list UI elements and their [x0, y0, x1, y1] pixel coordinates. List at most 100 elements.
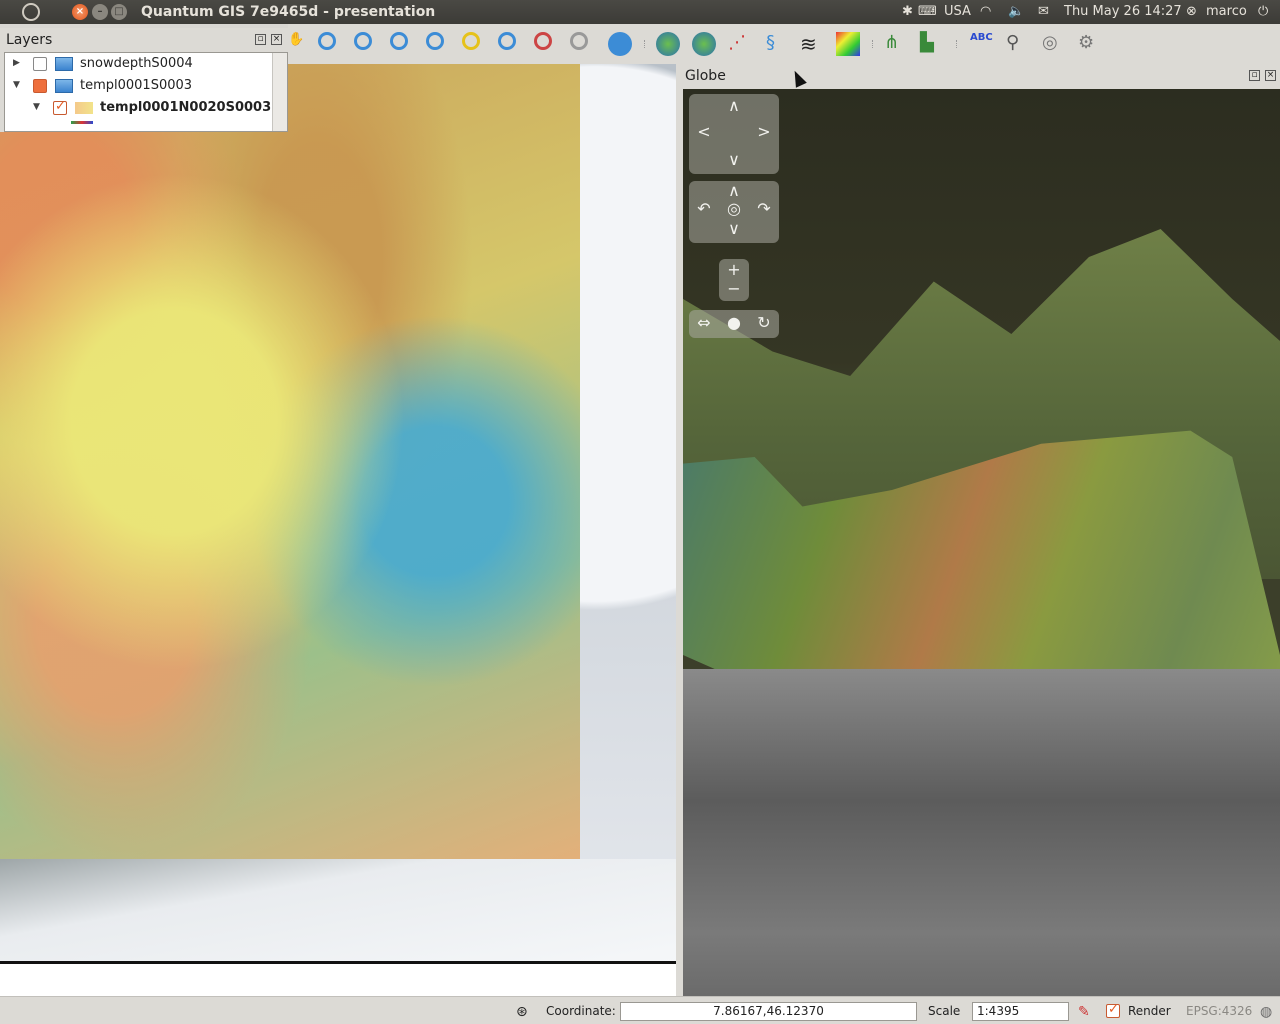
render-label: Render: [1128, 1004, 1171, 1018]
pan-icon[interactable]: ✋: [288, 32, 312, 56]
layer-group-icon: [55, 57, 73, 71]
window-close-button[interactable]: ×: [72, 4, 88, 20]
mail-icon[interactable]: ✉: [1038, 4, 1049, 19]
layer-label: templ0001N0020S0003: [100, 100, 272, 115]
label-icon[interactable]: ABC: [970, 32, 994, 56]
layer-item-temp-raster[interactable]: ▼ templ0001N0020S0003: [5, 97, 272, 119]
chart-icon[interactable]: ⋔: [884, 32, 908, 56]
rotate-left-icon[interactable]: ↶: [694, 201, 714, 221]
zoom-selection-icon[interactable]: [462, 32, 480, 50]
layer-label: snowdepthS0004: [80, 56, 193, 71]
snow-basemap: [0, 859, 676, 964]
rotate-right-icon[interactable]: ↷: [754, 201, 774, 221]
layer-group-icon: [55, 79, 73, 93]
layer-tree[interactable]: ▶ snowdepthS0004 ▼ templ0001S0003 ▼ temp…: [4, 52, 288, 132]
pan-down-icon[interactable]: ∨: [724, 152, 744, 172]
top-panel: × – □ Quantum GIS 7e9465d - presentation…: [0, 0, 1280, 24]
float-panel-button[interactable]: ▫: [1249, 70, 1260, 81]
layer-item-temp-group[interactable]: ▼ templ0001S0003: [5, 75, 269, 97]
temperature-raster-overlay: [0, 64, 580, 859]
zoom-out-icon[interactable]: [354, 32, 372, 50]
histogram-icon[interactable]: ▙: [920, 32, 944, 56]
bluetooth-icon[interactable]: ✱: [902, 4, 913, 19]
keyboard-layout[interactable]: USA: [944, 4, 971, 19]
rotate-navigation-control: ∧ ↶ ◎ ↷ ∨: [689, 181, 779, 243]
layer-item-snowdepth[interactable]: ▶ snowdepthS0004: [5, 53, 269, 75]
zoom-navigation-control: + −: [719, 259, 749, 301]
crs-status[interactable]: EPSG:4326: [1186, 1004, 1252, 1018]
render-checkbox[interactable]: [1106, 1002, 1120, 1018]
globe-3d-view[interactable]: ∧ < > ∨ ∧ ↶ ◎ ↷ ∨ + − ⇔ ● ↻: [683, 89, 1280, 996]
toolbar-separator: [644, 40, 647, 48]
coordinate-field[interactable]: 7.86167,46.12370: [620, 1002, 917, 1021]
graph-icon[interactable]: ⋰: [728, 32, 752, 56]
scale-field[interactable]: 1:4395: [972, 1002, 1069, 1021]
zoom-full-icon[interactable]: [390, 32, 408, 50]
tools-icon[interactable]: ⚙: [1078, 32, 1102, 56]
extra-navigation-control: ⇔ ● ↻: [689, 310, 779, 338]
expand-icon[interactable]: ▶: [13, 58, 20, 68]
pan-up-icon[interactable]: ∧: [724, 98, 744, 118]
layer-visibility-checkbox[interactable]: [33, 57, 47, 71]
stop-render-icon[interactable]: ✎: [1078, 1004, 1090, 1020]
zoom-layer-icon[interactable]: [426, 32, 444, 50]
window-minimize-button[interactable]: –: [92, 4, 108, 20]
user-name[interactable]: marco: [1206, 4, 1247, 19]
raster-layer-icon: [75, 102, 93, 114]
globe-icon[interactable]: [656, 32, 680, 56]
map-blank-area: [0, 964, 676, 996]
volume-icon[interactable]: 🔈: [1008, 4, 1024, 19]
zoom-next-icon[interactable]: [534, 32, 552, 50]
coordinate-capture-icon[interactable]: ⊛: [516, 1004, 528, 1020]
clock[interactable]: Thu May 26 14:27: [1064, 4, 1182, 19]
collapse-icon[interactable]: ▼: [33, 102, 40, 112]
window-title: Quantum GIS 7e9465d - presentation: [141, 4, 436, 20]
toolbar-separator: [956, 40, 959, 48]
status-bar: ⊛ Coordinate: 7.86167,46.12370 Scale 1:4…: [0, 996, 1280, 1024]
globe-home-icon[interactable]: ●: [724, 315, 744, 335]
toolbar-separator: [872, 40, 875, 48]
dna-icon[interactable]: §: [766, 32, 790, 56]
coordinate-label: Coordinate:: [546, 1004, 616, 1018]
pan-right-icon[interactable]: >: [754, 124, 774, 144]
zoom-last-icon[interactable]: [498, 32, 516, 50]
pan-left-icon[interactable]: <: [694, 124, 714, 144]
layer-tree-scrollbar[interactable]: [272, 53, 287, 131]
pin-icon[interactable]: ⚲: [1006, 32, 1030, 56]
collapse-icon[interactable]: ▼: [13, 80, 20, 90]
color-picker-icon[interactable]: [836, 32, 860, 56]
layer-label: templ0001S0003: [80, 78, 193, 93]
map-canvas[interactable]: [0, 64, 676, 964]
terrain-foreground: [683, 669, 1280, 996]
layers-panel: Layers ▫ × ▶ snowdepthS0004 ▼ templ0001S…: [0, 28, 288, 132]
globe-panel: Globe ▫ × ∧ < > ∨ ∧ ↶ ◎ ↷ ∨ + − ⇔ ● ↻: [682, 64, 1280, 996]
power-icon[interactable]: ⏻: [1258, 4, 1268, 19]
tilt-down-icon[interactable]: ∨: [724, 221, 744, 241]
close-panel-button[interactable]: ×: [1265, 70, 1276, 81]
sync-extent-icon[interactable]: ⇔: [694, 315, 714, 335]
wifi-icon[interactable]: ◠: [980, 4, 991, 19]
zoom-in-icon[interactable]: [318, 32, 336, 50]
pan-navigation-control: ∧ < > ∨: [689, 94, 779, 174]
ring-icon[interactable]: ◎: [1042, 32, 1066, 56]
close-panel-button[interactable]: ×: [271, 34, 282, 45]
globe-alt-icon[interactable]: [692, 32, 716, 56]
layer-visibility-checkbox[interactable]: [53, 99, 67, 115]
globe-panel-title: Globe: [685, 68, 726, 84]
zoom-native-icon[interactable]: [570, 32, 588, 50]
window-maximize-button[interactable]: □: [111, 4, 127, 20]
ubuntu-logo-icon[interactable]: [22, 3, 40, 21]
refresh-globe-icon[interactable]: ↻: [754, 315, 774, 335]
keyboard-icon[interactable]: ⌨: [918, 4, 937, 19]
layers-panel-title: Layers: [6, 32, 53, 48]
map-toolbar: ✋ ⋰ § ≋ ⋔ ▙ ABC ⚲ ◎ ⚙: [288, 24, 1280, 64]
zoom-out-globe-icon[interactable]: −: [724, 281, 744, 301]
float-panel-button[interactable]: ▫: [255, 34, 266, 45]
user-status-icon[interactable]: ⊗: [1186, 4, 1197, 19]
reset-view-icon[interactable]: ◎: [724, 201, 744, 221]
layers-icon[interactable]: ≋: [800, 32, 824, 56]
scale-label: Scale: [928, 1004, 961, 1018]
messages-icon[interactable]: ◍: [1260, 1004, 1272, 1020]
layer-visibility-checkbox[interactable]: [33, 79, 47, 93]
refresh-icon[interactable]: [608, 32, 632, 56]
